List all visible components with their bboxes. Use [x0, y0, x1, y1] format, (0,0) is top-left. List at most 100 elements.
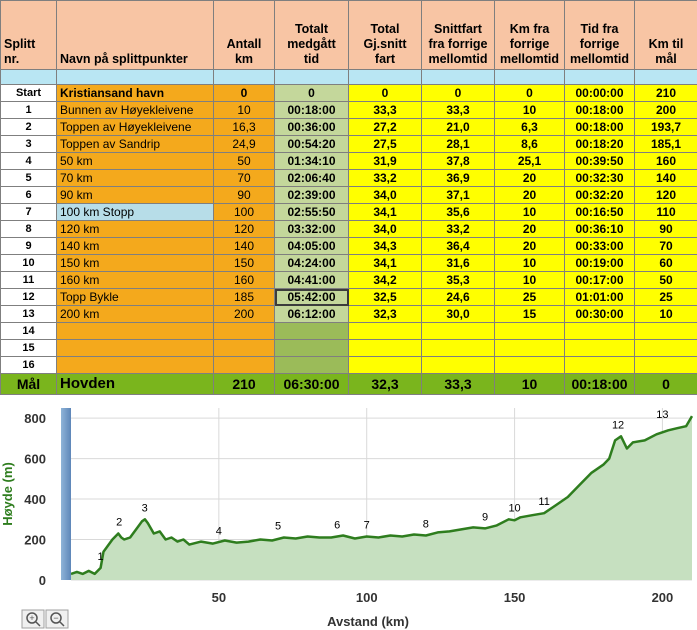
split-name-cell[interactable]: Kristiansand havn [56, 84, 214, 102]
avg-speed-cell[interactable] [348, 339, 422, 357]
total-time-cell[interactable] [274, 339, 349, 357]
km-cell[interactable]: 24,9 [213, 135, 275, 153]
km-to-goal-cell[interactable] [634, 322, 697, 340]
split-km-cell[interactable] [494, 356, 565, 374]
split-nr-cell[interactable]: 2 [0, 118, 57, 136]
split-speed-cell[interactable]: 28,1 [421, 135, 495, 153]
split-time-cell[interactable] [564, 322, 635, 340]
km-cell[interactable] [213, 322, 275, 340]
km-cell[interactable]: 16,3 [213, 118, 275, 136]
split-speed-cell[interactable] [421, 322, 495, 340]
split-speed-cell[interactable]: 37,8 [421, 152, 495, 170]
split-nr-cell[interactable]: 1 [0, 101, 57, 119]
km-cell[interactable]: 100 [213, 203, 275, 221]
split-time-cell[interactable]: 00:32:30 [564, 169, 635, 187]
split-name-cell[interactable]: 90 km [56, 186, 214, 204]
km-cell[interactable]: 10 [213, 101, 275, 119]
split-time-cell[interactable]: 00:00:00 [564, 84, 635, 102]
km-to-goal-cell[interactable] [634, 356, 697, 374]
split-speed-cell[interactable]: 33,2 [421, 220, 495, 238]
split-name-cell[interactable]: Toppen av Sandrip [56, 135, 214, 153]
split-speed-cell[interactable]: 35,3 [421, 271, 495, 289]
km-cell[interactable]: 140 [213, 237, 275, 255]
split-km-cell[interactable]: 15 [494, 305, 565, 323]
split-nr-cell[interactable]: 9 [0, 237, 57, 255]
km-to-goal-cell[interactable]: 193,7 [634, 118, 697, 136]
split-speed-cell[interactable]: 30,0 [421, 305, 495, 323]
avg-speed-cell[interactable]: 34,0 [348, 220, 422, 238]
total-time-cell[interactable]: 04:24:00 [274, 254, 349, 272]
split-speed-cell[interactable]: 21,0 [421, 118, 495, 136]
total-time-cell[interactable]: 04:05:00 [274, 237, 349, 255]
split-time-cell[interactable]: 00:18:20 [564, 135, 635, 153]
split-name-cell[interactable]: Topp Bykle [56, 288, 214, 306]
blank-cell[interactable] [213, 69, 275, 85]
split-nr-cell[interactable]: 11 [0, 271, 57, 289]
split-nr-cell[interactable]: 10 [0, 254, 57, 272]
km-to-goal-cell[interactable]: 90 [634, 220, 697, 238]
header-split-speed-cell[interactable]: Snittfart fra forrige mellomtid [421, 0, 495, 70]
avg-speed-cell[interactable]: 34,1 [348, 203, 422, 221]
km-cell[interactable]: 50 [213, 152, 275, 170]
total-time-cell[interactable] [274, 322, 349, 340]
split-km-cell[interactable]: 10 [494, 203, 565, 221]
split-time-cell[interactable]: 00:16:50 [564, 203, 635, 221]
split-name-cell[interactable] [56, 322, 214, 340]
split-speed-cell[interactable]: 31,6 [421, 254, 495, 272]
split-name-cell[interactable]: 70 km [56, 169, 214, 187]
total-time-cell[interactable]: 03:32:00 [274, 220, 349, 238]
split-km-cell[interactable]: 10 [494, 271, 565, 289]
split-nr-cell[interactable]: 8 [0, 220, 57, 238]
split-name-cell[interactable]: 100 km Stopp [56, 203, 214, 221]
split-speed-cell[interactable] [421, 356, 495, 374]
split-time-cell[interactable]: 00:18:00 [564, 101, 635, 119]
km-cell[interactable]: 70 [213, 169, 275, 187]
blank-cell[interactable] [634, 69, 697, 85]
split-time-cell[interactable]: 01:01:00 [564, 288, 635, 306]
total-time-cell[interactable]: 00:54:20 [274, 135, 349, 153]
split-speed-cell[interactable]: 35,6 [421, 203, 495, 221]
split-km-cell[interactable]: 20 [494, 220, 565, 238]
avg-speed-cell[interactable]: 32,5 [348, 288, 422, 306]
split-speed-cell[interactable]: 37,1 [421, 186, 495, 204]
blank-cell[interactable] [421, 69, 495, 85]
split-km-cell[interactable]: 0 [494, 84, 565, 102]
avg-speed-cell[interactable]: 33,3 [348, 101, 422, 119]
zoom-in-button[interactable]: + [21, 609, 45, 629]
split-name-cell[interactable]: 120 km [56, 220, 214, 238]
split-name-cell[interactable]: 150 km [56, 254, 214, 272]
total-time-cell[interactable]: 06:12:00 [274, 305, 349, 323]
total-time-cell[interactable]: 02:06:40 [274, 169, 349, 187]
split-time-cell[interactable]: 00:36:10 [564, 220, 635, 238]
km-cell[interactable] [213, 339, 275, 357]
split-time-cell[interactable]: 00:32:20 [564, 186, 635, 204]
header-split-nr-cell[interactable]: Splitt nr. [0, 0, 57, 70]
zoom-out-button[interactable]: − [45, 609, 69, 629]
header-split-name-cell[interactable]: Navn på splittpunkter [56, 0, 214, 70]
split-time-cell[interactable] [564, 339, 635, 357]
avg-speed-cell[interactable]: 34,2 [348, 271, 422, 289]
split-nr-cell[interactable]: 15 [0, 339, 57, 357]
km-cell[interactable]: 160 [213, 271, 275, 289]
split-name-cell[interactable]: 200 km [56, 305, 214, 323]
total-time-cell[interactable]: 00:18:00 [274, 101, 349, 119]
total-time-cell[interactable]: 05:42:00 [274, 288, 349, 306]
split-nr-cell[interactable]: Start [0, 84, 57, 102]
total-time-cell[interactable]: 01:34:10 [274, 152, 349, 170]
split-km-cell[interactable] [494, 322, 565, 340]
split-name-cell[interactable]: 140 km [56, 237, 214, 255]
split-speed-cell[interactable]: 24,6 [421, 288, 495, 306]
split-nr-cell[interactable]: 12 [0, 288, 57, 306]
km-to-goal-cell[interactable]: 110 [634, 203, 697, 221]
header-split-time-cell[interactable]: Tid fra forrige mellomtid [564, 0, 635, 70]
split-nr-cell[interactable]: 16 [0, 356, 57, 374]
km-cell[interactable] [213, 356, 275, 374]
split-nr-cell[interactable]: 5 [0, 169, 57, 187]
km-to-goal-cell[interactable]: 160 [634, 152, 697, 170]
km-cell[interactable]: 120 [213, 220, 275, 238]
total-time-cell[interactable]: 04:41:00 [274, 271, 349, 289]
split-speed-cell[interactable] [421, 339, 495, 357]
split-speed-cell[interactable]: 36,4 [421, 237, 495, 255]
split-name-cell[interactable]: Bunnen av Høyekleivene [56, 101, 214, 119]
split-name-cell[interactable]: 160 km [56, 271, 214, 289]
